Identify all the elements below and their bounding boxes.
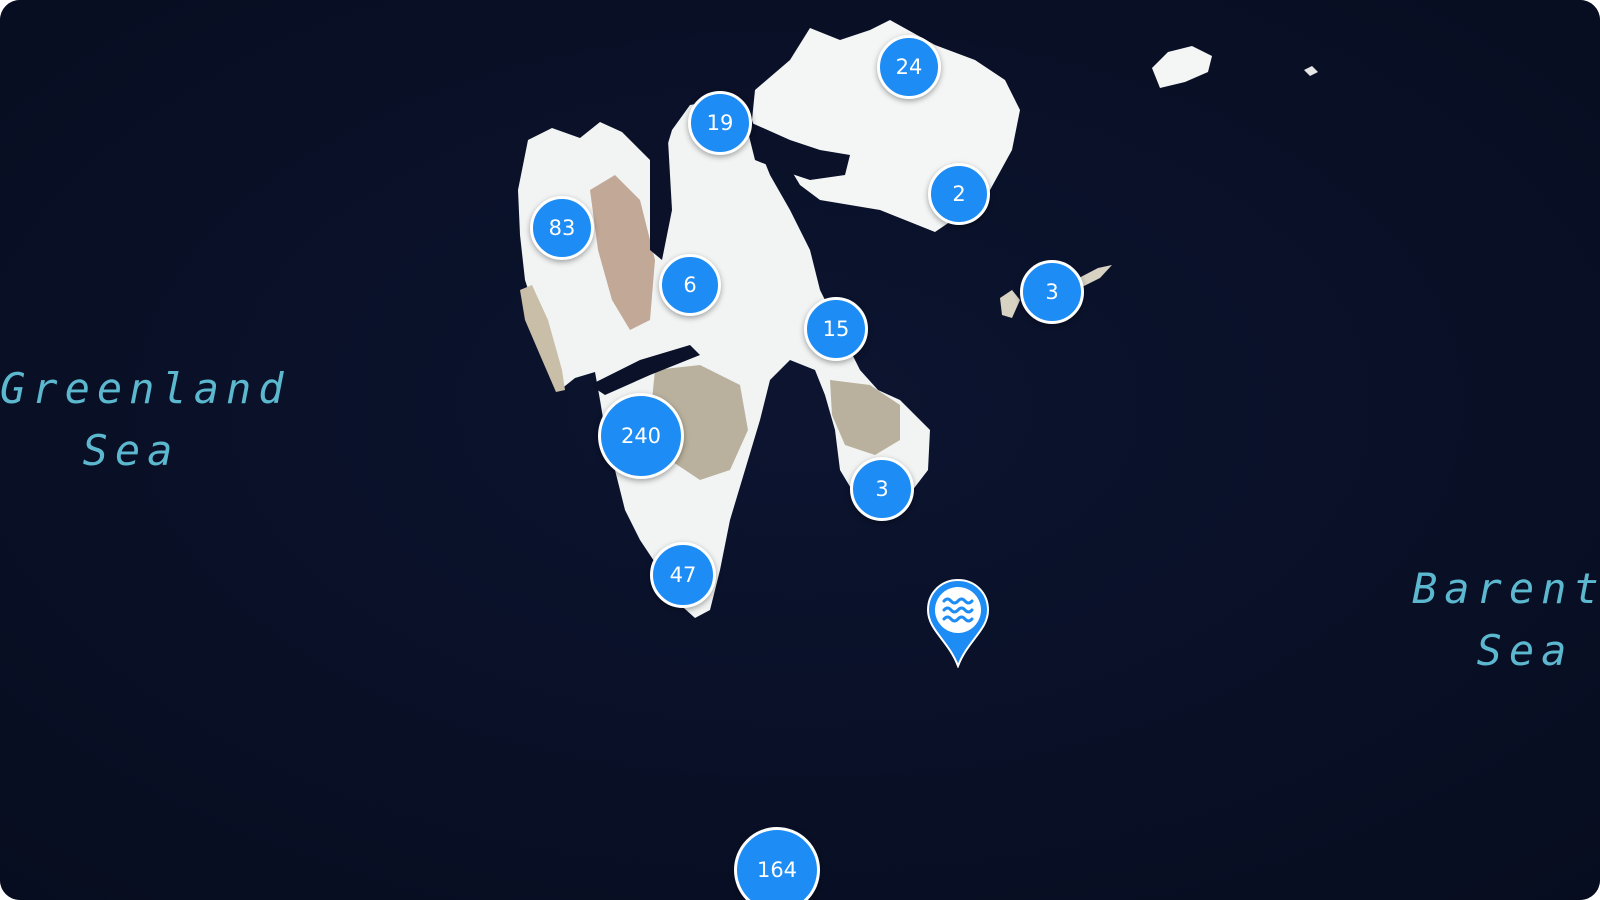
location-pin[interactable] <box>925 578 991 668</box>
map-view[interactable]: Greenland Sea Barents Sea 24 19 2 83 6 3… <box>0 0 1600 900</box>
cluster-marker-2[interactable]: 2 <box>928 163 990 225</box>
cluster-marker-6[interactable]: 6 <box>659 254 721 316</box>
barents-sea-label-line2: Sea <box>1476 626 1574 675</box>
cluster-marker-3-east[interactable]: 3 <box>1020 260 1084 324</box>
cluster-marker-24[interactable]: 24 <box>877 35 941 99</box>
cluster-marker-19[interactable]: 19 <box>688 91 752 155</box>
cluster-marker-240[interactable]: 240 <box>598 393 684 479</box>
greenland-sea-label: Greenland Sea <box>0 358 291 482</box>
cluster-marker-83[interactable]: 83 <box>530 196 594 260</box>
barents-sea-label: Barents Sea <box>1410 558 1600 682</box>
cluster-marker-3-south[interactable]: 3 <box>850 457 914 521</box>
cluster-marker-47[interactable]: 47 <box>650 542 716 608</box>
cluster-marker-15[interactable]: 15 <box>804 297 868 361</box>
greenland-sea-label-line1: Greenland <box>0 364 291 413</box>
barents-sea-label-line1: Barents <box>1411 564 1600 613</box>
greenland-sea-label-line2: Sea <box>82 426 180 475</box>
